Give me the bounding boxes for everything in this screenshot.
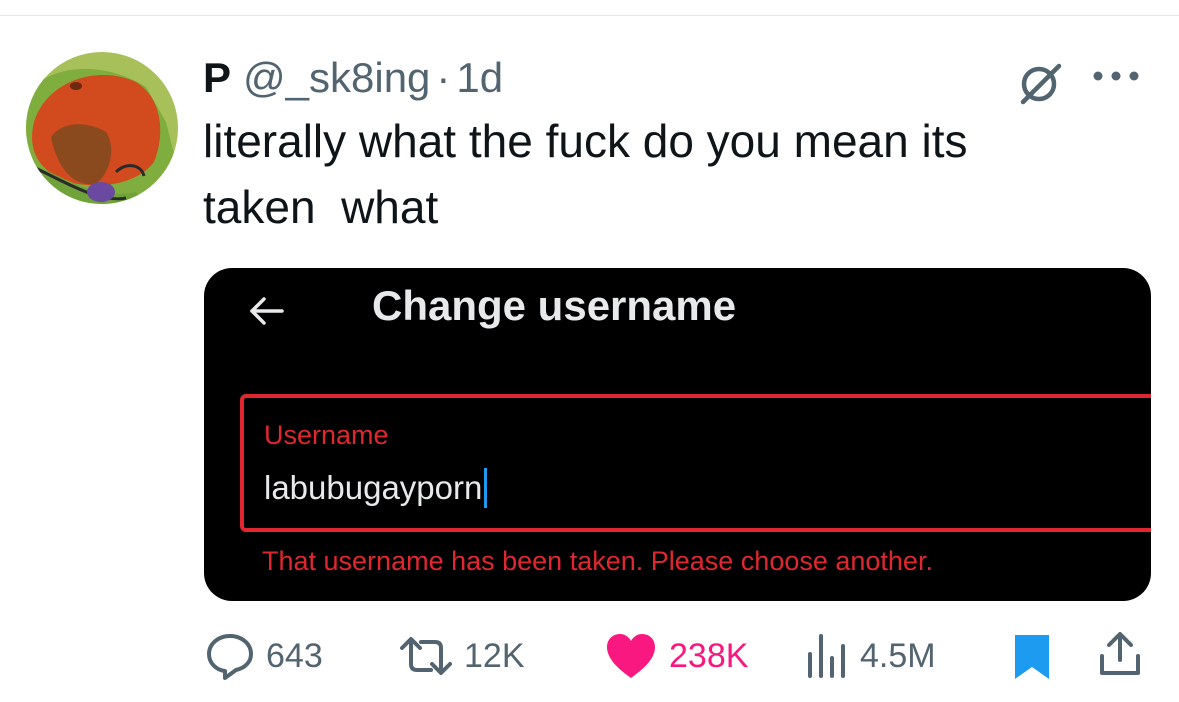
separator-dot: · (436, 54, 451, 101)
tweet-text: literally what the fuck do you mean its … (203, 115, 968, 233)
handle[interactable]: @_sk8ing (243, 54, 430, 102)
views-button[interactable]: 4.5M (804, 628, 936, 684)
tweet-header: P @_sk8ing · 1d (203, 50, 503, 106)
reply-button[interactable]: 643 (204, 628, 323, 684)
like-count: 238K (669, 636, 749, 675)
text-caret (484, 468, 488, 508)
retweet-count: 12K (464, 636, 525, 675)
views-count: 4.5M (860, 636, 936, 675)
retweet-icon (400, 637, 452, 675)
field-value-wrap: labubugayporn (264, 468, 488, 508)
like-button[interactable]: 238K (603, 628, 748, 684)
field-label: Username (264, 420, 389, 450)
bookmark-button[interactable] (1012, 632, 1052, 687)
retweet-button[interactable]: 12K (398, 628, 525, 684)
timestamp[interactable]: 1d (456, 54, 503, 102)
avatar[interactable] (26, 52, 178, 204)
views-icon (808, 634, 845, 678)
reply-count: 643 (266, 636, 323, 675)
bookmark-icon (1015, 635, 1049, 679)
share-button[interactable] (1098, 630, 1142, 683)
tweet-container: P @_sk8ing · 1d literally what the fuck … (0, 0, 1179, 702)
back-arrow-icon (248, 292, 286, 330)
divider (0, 15, 1179, 16)
media-image[interactable]: Change username Username labubugayporn T… (204, 268, 1151, 601)
username-field: Username labubugayporn (240, 394, 1151, 532)
more-icon[interactable] (1090, 64, 1142, 88)
share-icon (1100, 632, 1140, 675)
display-name[interactable]: P (203, 54, 231, 102)
error-message: That username has been taken. Please cho… (262, 546, 933, 576)
reply-icon (207, 634, 253, 680)
field-value: labubugayporn (264, 469, 483, 506)
media-title: Change username (372, 282, 737, 329)
grok-icon[interactable] (1015, 58, 1065, 108)
heart-icon (607, 634, 655, 678)
